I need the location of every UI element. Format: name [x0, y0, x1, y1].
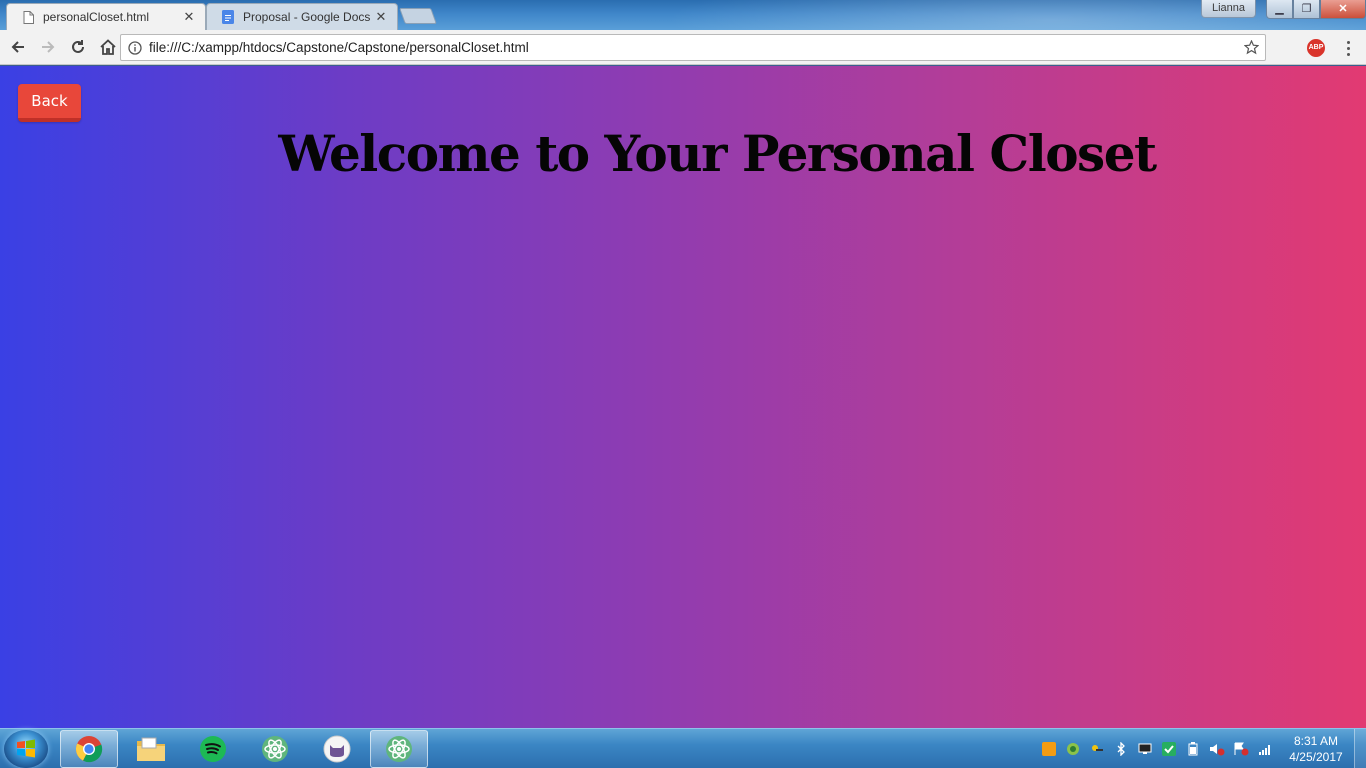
file-icon: [21, 10, 35, 24]
sync-check-icon[interactable]: [1160, 740, 1178, 758]
arrow-right-icon: [42, 41, 55, 53]
show-desktop-button[interactable]: [1354, 729, 1366, 768]
bookmark-star-icon[interactable]: [1237, 40, 1265, 55]
page-title: Welcome to Your Personal Closet: [278, 124, 1157, 183]
taskbar-chrome[interactable]: [60, 730, 118, 768]
bluetooth-icon[interactable]: [1112, 740, 1130, 758]
google-docs-icon: [221, 10, 235, 24]
new-tab-button[interactable]: [399, 8, 437, 24]
tab-close-icon[interactable]: ✕: [373, 9, 389, 25]
taskbar-atom-active[interactable]: [370, 730, 428, 768]
windows-taskbar: 8:31 AM 4/25/2017: [0, 728, 1366, 768]
home-icon: [100, 39, 116, 55]
tab-google-docs[interactable]: Proposal - Google Docs ✕: [206, 3, 398, 30]
atom-icon: [386, 736, 412, 762]
browser-toolbar: file:///C:/xampp/htdocs/Capstone/Capston…: [0, 30, 1366, 65]
windows-logo-icon: [17, 739, 35, 758]
arrow-left-icon: [11, 41, 24, 53]
adblock-plus-icon[interactable]: ABP: [1307, 39, 1325, 57]
back-nav-button[interactable]: [4, 33, 32, 61]
minimize-button[interactable]: ▁: [1266, 0, 1293, 19]
forward-nav-button[interactable]: [34, 33, 62, 61]
taskbar-file-explorer[interactable]: [122, 730, 180, 768]
chrome-icon: [75, 736, 103, 763]
spotify-icon: [200, 736, 226, 762]
notification-app-icon[interactable]: [1040, 740, 1058, 758]
maximize-button[interactable]: ❐: [1293, 0, 1320, 19]
clock-time: 8:31 AM: [1293, 734, 1339, 748]
tab-title: Proposal - Google Docs: [243, 10, 371, 24]
page-viewport: Back Welcome to Your Personal Closet: [0, 66, 1366, 728]
update-icon[interactable]: [1064, 740, 1082, 758]
info-icon[interactable]: [121, 40, 149, 55]
clock-date: 4/25/2017: [1289, 750, 1343, 764]
taskbar-spotify[interactable]: [184, 730, 242, 768]
volume-muted-icon[interactable]: [1208, 740, 1226, 758]
reload-icon: [72, 40, 84, 53]
wifi-signal-icon[interactable]: [1256, 740, 1274, 758]
network-key-icon[interactable]: [1088, 740, 1106, 758]
browser-menu-icon[interactable]: [1340, 38, 1356, 58]
browser-tabstrip: personalCloset.html ✕ Proposal - Google …: [0, 0, 1366, 30]
home-button[interactable]: [94, 33, 122, 61]
battery-icon[interactable]: [1184, 740, 1202, 758]
start-button[interactable]: [4, 730, 48, 768]
back-button[interactable]: Back: [18, 84, 81, 122]
system-tray: [1040, 729, 1274, 768]
tab-close-icon[interactable]: ✕: [181, 9, 197, 25]
atom-icon: [262, 736, 288, 762]
url-text[interactable]: file:///C:/xampp/htdocs/Capstone/Capston…: [149, 40, 1237, 55]
tab-title: personalCloset.html: [43, 10, 150, 24]
reload-button[interactable]: [64, 33, 92, 61]
github-desktop-icon: [323, 735, 351, 763]
close-window-button[interactable]: ✕: [1320, 0, 1366, 19]
system-clock[interactable]: 8:31 AM 4/25/2017: [1284, 733, 1348, 765]
profile-button[interactable]: Lianna: [1200, 0, 1256, 18]
taskbar-github-desktop[interactable]: [308, 730, 366, 768]
address-bar[interactable]: file:///C:/xampp/htdocs/Capstone/Capston…: [120, 34, 1266, 61]
tab-personal-closet[interactable]: personalCloset.html ✕: [6, 3, 206, 30]
taskbar-atom[interactable]: [246, 730, 304, 768]
display-icon[interactable]: [1136, 740, 1154, 758]
file-explorer-icon: [137, 737, 165, 761]
window-controls: ▁ ❐ ✕: [1266, 0, 1366, 20]
action-center-flag-icon[interactable]: [1232, 740, 1250, 758]
